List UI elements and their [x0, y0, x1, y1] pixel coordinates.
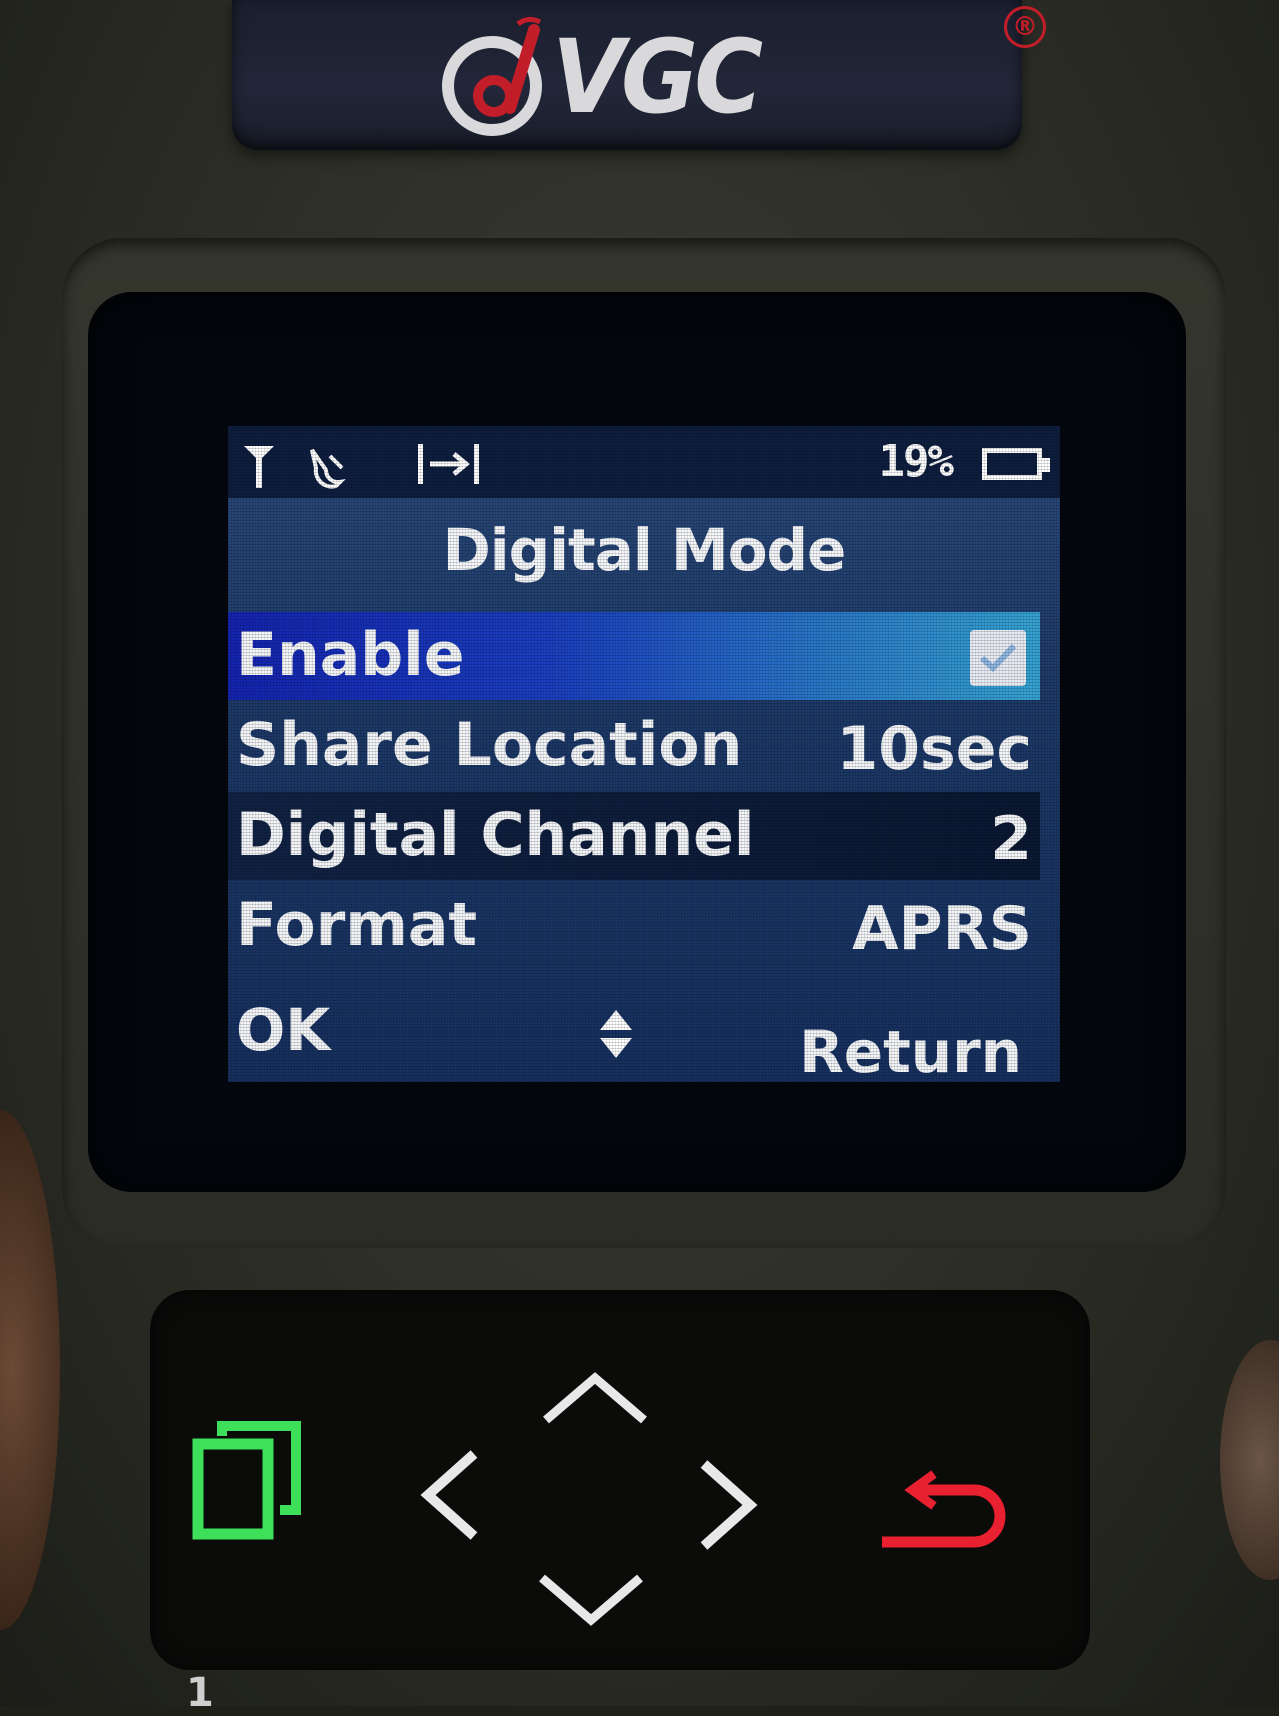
menu-item-enable[interactable]: Enable: [228, 612, 1040, 700]
menu-item-label: Share Location: [236, 710, 743, 780]
registered-mark: ®: [1004, 6, 1046, 48]
softkey-ok[interactable]: OK: [236, 996, 330, 1064]
softkey-bar: OK Return: [228, 986, 1040, 1082]
left-arrow-icon[interactable]: [420, 1450, 480, 1540]
menu-item-value: APRS: [852, 894, 1032, 964]
menu-item-value: 10sec: [836, 714, 1032, 784]
menu-item-digital-channel[interactable]: Digital Channel 2: [228, 792, 1040, 880]
battery-icon: [982, 448, 1042, 480]
down-arrow-icon[interactable]: [536, 1572, 646, 1628]
up-down-icon: [600, 1010, 632, 1058]
finger: [0, 1110, 60, 1630]
brand-logo-text: VGC: [552, 18, 763, 137]
menu-item-value: 2: [990, 804, 1032, 874]
scan-icon: [418, 444, 479, 484]
enable-checkbox[interactable]: [970, 630, 1026, 686]
keypad-digit-label: 1: [186, 1670, 214, 1716]
brand-logo: VGC ®: [232, 0, 1046, 150]
menu-item-format[interactable]: Format APRS: [228, 882, 1040, 970]
right-arrow-icon[interactable]: [698, 1460, 758, 1550]
menu-key-icon[interactable]: [192, 1418, 312, 1542]
menu-item-label: Enable: [236, 620, 465, 690]
battery-tip: [1042, 458, 1050, 472]
menu-item-label: Format: [236, 890, 478, 960]
menu-item-share-location[interactable]: Share Location 10sec: [228, 702, 1040, 790]
brand-mark-icon: [442, 16, 542, 136]
softkey-return[interactable]: Return: [799, 1018, 1022, 1082]
keypad: [150, 1290, 1090, 1670]
lcd-screen: 19% Digital Mode Enable Share Location 1…: [228, 426, 1060, 1082]
gps-off-icon: [310, 448, 346, 489]
finger: [1220, 1340, 1279, 1580]
status-bar: 19%: [228, 426, 1060, 498]
antenna-icon: [244, 446, 274, 488]
radio-device: VGC ® 19% Digital Mode Enable Share Loca…: [0, 0, 1279, 1716]
battery-percent: 19%: [878, 436, 954, 487]
page-title: Digital Mode: [442, 516, 847, 584]
brand-plate: VGC ®: [232, 0, 1046, 150]
back-key-icon[interactable]: [874, 1470, 1014, 1554]
menu-item-label: Digital Channel: [236, 800, 755, 870]
check-icon: [979, 643, 1017, 673]
up-arrow-icon[interactable]: [540, 1370, 650, 1426]
